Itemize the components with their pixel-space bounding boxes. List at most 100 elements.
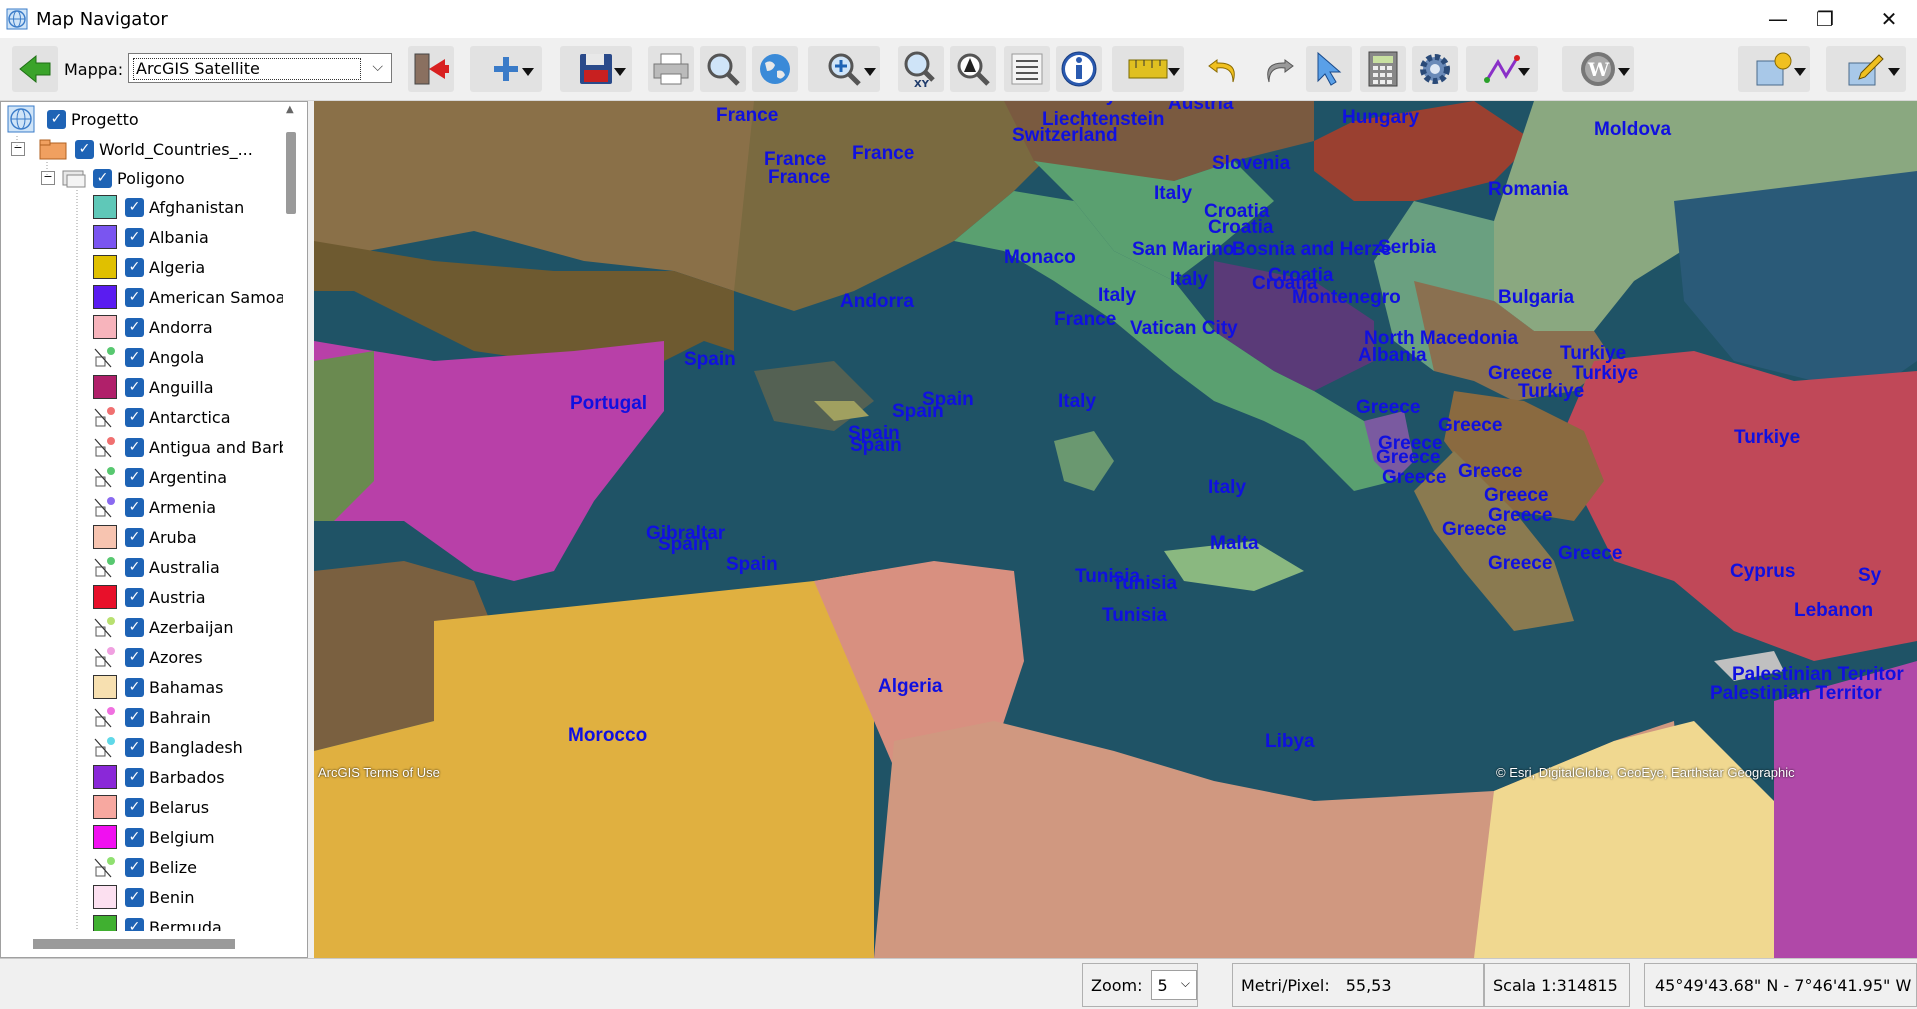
checkbox[interactable]: ✓ xyxy=(125,797,144,817)
map-country-label: Bulgaria xyxy=(1498,287,1575,308)
checkbox[interactable]: ✓ xyxy=(125,707,144,727)
map-country-label: Spain xyxy=(850,435,902,456)
close-button[interactable]: ✕ xyxy=(1866,0,1912,38)
search-button[interactable] xyxy=(700,46,746,92)
country-row[interactable]: ✓ Belgium xyxy=(93,822,215,852)
country-row[interactable]: ✓ Armenia xyxy=(93,492,216,522)
dropdown-arrow-icon xyxy=(1794,68,1806,76)
map-country-label: Serbia xyxy=(1378,237,1437,258)
checkbox[interactable]: ✓ xyxy=(125,737,144,757)
checkbox[interactable]: ✓ xyxy=(125,767,144,787)
country-row[interactable]: ✓ Australia xyxy=(93,552,220,582)
measure-button[interactable] xyxy=(1112,46,1184,92)
checkbox[interactable]: ✓ xyxy=(125,197,144,217)
checkbox[interactable]: ✓ xyxy=(125,617,144,637)
list-button[interactable] xyxy=(1004,46,1050,92)
checkbox[interactable]: ✓ xyxy=(125,857,144,877)
vertical-scroll-thumb[interactable] xyxy=(286,132,296,214)
add-layer-icon xyxy=(494,57,518,81)
redo-button[interactable] xyxy=(1254,46,1300,92)
select-pointer-button[interactable] xyxy=(1306,46,1352,92)
country-row[interactable]: ✓ Bahamas xyxy=(93,672,223,702)
exit-layer-button[interactable] xyxy=(408,46,454,92)
globe-button[interactable] xyxy=(752,46,798,92)
country-row[interactable]: ✓ Albania xyxy=(93,222,209,252)
checkbox[interactable]: ✓ xyxy=(125,287,144,307)
layer-style-button[interactable] xyxy=(1738,46,1810,92)
country-row[interactable]: ✓ Bahrain xyxy=(93,702,211,732)
map-country-label: France xyxy=(1054,309,1117,330)
minimize-button[interactable]: — xyxy=(1755,0,1801,38)
map-country-label: Palestinian Territor xyxy=(1710,683,1882,704)
wikipedia-button[interactable]: W xyxy=(1562,46,1634,92)
country-row[interactable]: ✓ Argentina xyxy=(93,462,227,492)
checkbox[interactable]: ✓ xyxy=(125,257,144,277)
checkbox[interactable]: ✓ xyxy=(125,887,144,907)
zoom-select[interactable]: 5 ⌵ xyxy=(1150,970,1197,1000)
print-button[interactable] xyxy=(648,46,694,92)
undo-button[interactable] xyxy=(1202,46,1248,92)
checkbox[interactable]: ✓ xyxy=(125,557,144,577)
country-row[interactable]: ✓ Andorra xyxy=(93,312,213,342)
country-row[interactable]: ✓ Azerbaijan xyxy=(93,612,234,642)
country-row[interactable]: ✓ Belarus xyxy=(93,792,209,822)
add-layer-button[interactable] xyxy=(470,46,542,92)
country-row[interactable]: ✓ Benin xyxy=(93,882,195,912)
map-country-label: France xyxy=(716,105,779,126)
checkbox[interactable]: ✓ xyxy=(125,437,144,457)
country-row[interactable]: ✓ Antarctica xyxy=(93,402,231,432)
checkbox[interactable]: ✓ xyxy=(125,317,144,337)
arcgis-terms-link[interactable]: ArcGIS Terms of Use xyxy=(318,765,440,780)
zoom-xy-button[interactable]: XY xyxy=(898,46,944,92)
calculator-button[interactable] xyxy=(1360,46,1406,92)
country-row[interactable]: ✓ American Samoa xyxy=(93,282,285,312)
horizontal-scrollbar[interactable] xyxy=(1,931,301,953)
country-row[interactable]: ✓ Belize xyxy=(93,852,197,882)
country-row[interactable]: ✓ Bangladesh xyxy=(93,732,243,762)
country-row[interactable]: ✓ Barbados xyxy=(93,762,225,792)
checkbox[interactable]: ✓ xyxy=(125,647,144,667)
exit-layer-icon xyxy=(414,53,449,85)
country-row[interactable]: ✓ Algeria xyxy=(93,252,205,282)
map-select[interactable]: ArcGIS Satellite ⌵ xyxy=(128,53,392,83)
checkbox[interactable]: ✓ xyxy=(125,227,144,247)
country-row[interactable]: ✓ Austria xyxy=(93,582,206,612)
save-button[interactable] xyxy=(560,46,632,92)
checkbox[interactable]: ✓ xyxy=(125,587,144,607)
map-country-label: Lebanon xyxy=(1794,600,1874,621)
vertical-scrollbar[interactable]: ▲ xyxy=(283,102,301,932)
checkbox[interactable]: ✓ xyxy=(125,527,144,547)
map-country-label: Italy xyxy=(1058,391,1097,412)
map-view[interactable]: GermanyAustriaUkraineLiechtensteinFrance… xyxy=(314,101,1917,958)
draw-line-button[interactable] xyxy=(1466,46,1538,92)
country-row[interactable]: ✓ Afghanistan xyxy=(93,192,244,222)
horizontal-scroll-thumb[interactable] xyxy=(33,939,235,949)
symbol-swatch xyxy=(94,467,115,488)
country-row[interactable]: ✓ Angola xyxy=(93,342,204,372)
zoom-in-button[interactable] xyxy=(808,46,880,92)
map-country-label: Slovenia xyxy=(1212,153,1291,174)
scroll-up-icon[interactable]: ▲ xyxy=(286,104,294,115)
dropdown-arrow-icon xyxy=(614,68,626,76)
zoom-extent-button[interactable] xyxy=(950,46,996,92)
maximize-button[interactable]: ❐ xyxy=(1802,0,1848,38)
map-country-label: Greece xyxy=(1488,553,1553,574)
zoom-value: 5 xyxy=(1157,975,1168,995)
checkbox[interactable]: ✓ xyxy=(125,467,144,487)
checkbox[interactable]: ✓ xyxy=(125,377,144,397)
info-button[interactable] xyxy=(1056,46,1102,92)
country-row[interactable]: ✓ Aruba xyxy=(93,522,197,552)
checkbox[interactable]: ✓ xyxy=(125,407,144,427)
checkbox[interactable]: ✓ xyxy=(125,347,144,367)
back-button[interactable] xyxy=(12,46,58,92)
settings-button[interactable] xyxy=(1412,46,1458,92)
country-row[interactable]: ✓ Antigua and Barb xyxy=(93,432,289,462)
status-bar: Zoom: 5 ⌵ Metri/Pixel: 55,53 Scala 1:314… xyxy=(0,958,1917,1009)
checkbox[interactable]: ✓ xyxy=(125,827,144,847)
country-row[interactable]: ✓ Azores xyxy=(93,642,203,672)
country-row[interactable]: ✓ Anguilla xyxy=(93,372,214,402)
edit-pencil-button[interactable] xyxy=(1826,46,1906,92)
map-country-label: Bosnia and Herze xyxy=(1232,239,1392,260)
checkbox[interactable]: ✓ xyxy=(125,497,144,517)
checkbox[interactable]: ✓ xyxy=(125,677,144,697)
